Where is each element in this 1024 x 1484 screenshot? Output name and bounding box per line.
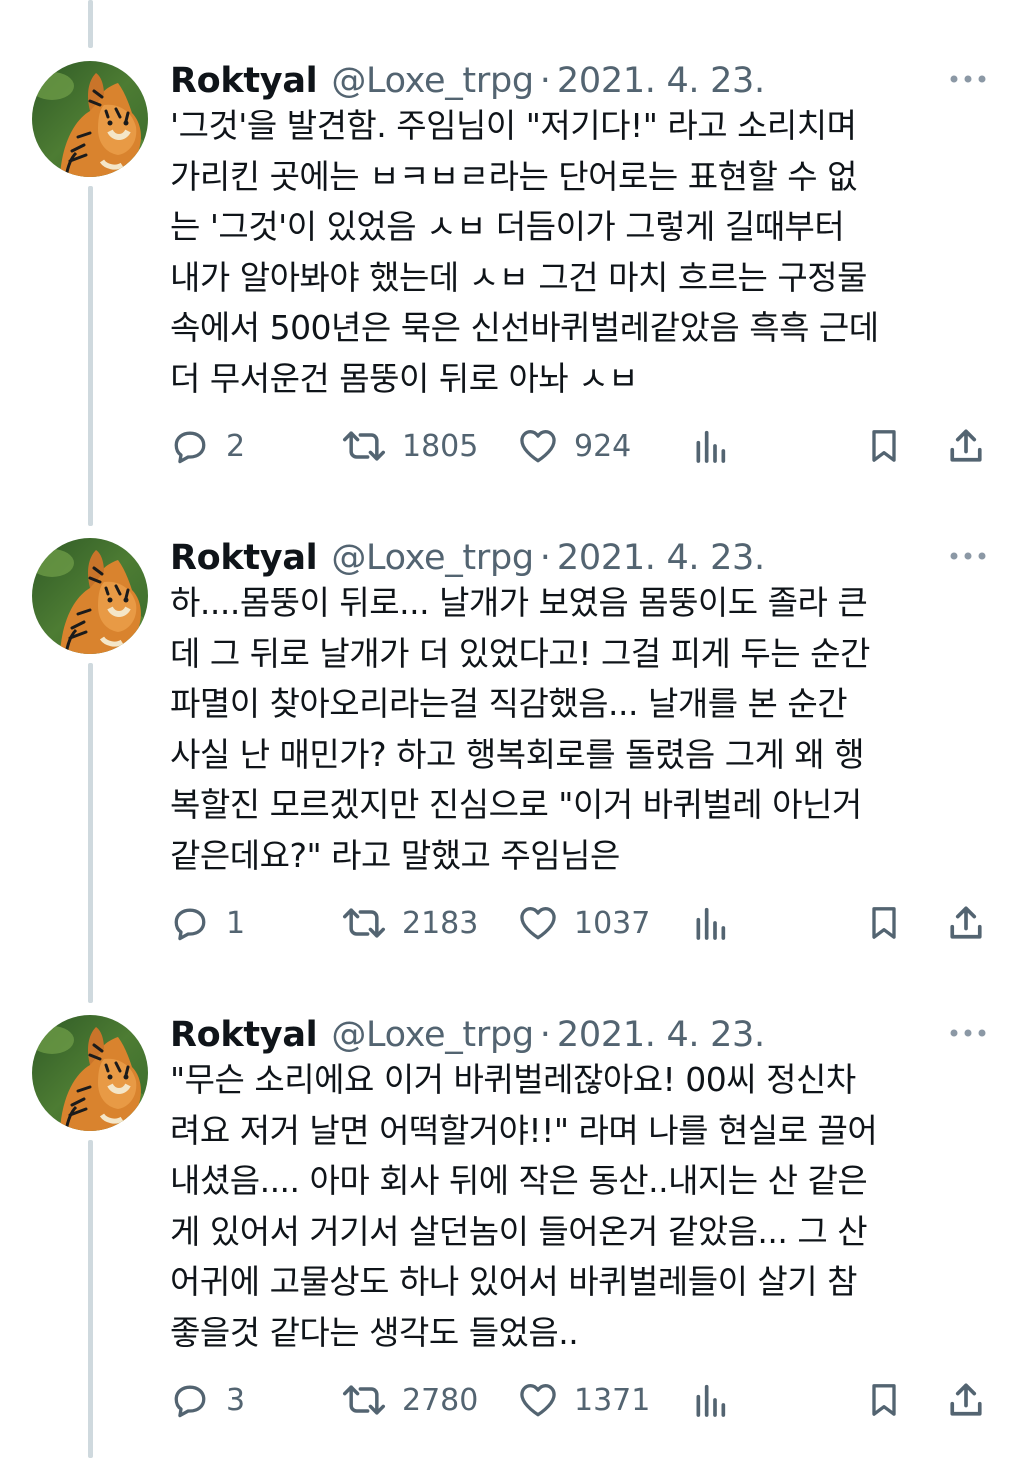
user-handle[interactable]: @Loxe_trpg xyxy=(331,1015,534,1055)
display-name[interactable]: Roktyal xyxy=(170,61,318,101)
heart-icon xyxy=(520,907,556,940)
views-button[interactable] xyxy=(690,898,744,948)
like-button[interactable]: 1371 xyxy=(516,1375,650,1425)
tweet-date[interactable]: 2021. 4. 23. xyxy=(557,1015,765,1055)
separator-dot: · xyxy=(539,538,551,578)
retweet-count: 2780 xyxy=(402,1382,479,1418)
reply-button[interactable]: 1 xyxy=(168,898,245,948)
tweet-actions: 1 2183 1037 xyxy=(168,898,998,948)
user-avatar[interactable] xyxy=(32,538,148,654)
user-avatar[interactable] xyxy=(32,1015,148,1131)
reply-button[interactable]: 3 xyxy=(168,1375,245,1425)
tweet[interactable]: Roktyal @Loxe_trpg · 2021. 4. 23. '그것'을 … xyxy=(0,53,1024,530)
bookmark-button[interactable] xyxy=(864,421,918,471)
bookmark-icon xyxy=(872,1384,896,1416)
heart-icon xyxy=(520,1384,556,1417)
retweet-count: 2183 xyxy=(402,905,479,941)
share-button[interactable] xyxy=(944,898,1002,948)
user-handle[interactable]: @Loxe_trpg xyxy=(331,61,534,101)
tweet[interactable]: Roktyal @Loxe_trpg · 2021. 4. 23. 하....몸… xyxy=(0,530,1024,1007)
tweet-date[interactable]: 2021. 4. 23. xyxy=(557,538,765,578)
separator-dot: · xyxy=(539,61,551,101)
reply-count: 1 xyxy=(226,905,246,941)
reply-bubble-icon xyxy=(174,431,206,464)
bookmark-icon xyxy=(872,430,896,462)
more-dots-icon[interactable] xyxy=(948,544,988,568)
tweet[interactable]: Roktyal @Loxe_trpg · 2021. 4. 23. "무슨 소리… xyxy=(0,1007,1024,1484)
reply-bubble-icon xyxy=(174,908,206,941)
share-upload-icon xyxy=(950,906,982,939)
bookmark-button[interactable] xyxy=(864,1375,918,1425)
more-dots-icon[interactable] xyxy=(948,1021,988,1045)
tweet-text: "무슨 소리에요 이거 바퀴벌레잖아요! 00씨 정신차 려요 저거 날면 어떡… xyxy=(170,1060,878,1352)
views-bar-chart-icon xyxy=(696,1384,726,1417)
tweet-text: '그것'을 발견함. 주임님이 "저기다!" 라고 소리치며 가리킨 곳에는 ㅂ… xyxy=(170,106,879,398)
share-button[interactable] xyxy=(944,1375,1002,1425)
views-bar-chart-icon xyxy=(696,430,726,463)
user-avatar[interactable] xyxy=(32,61,148,177)
views-button[interactable] xyxy=(690,1375,744,1425)
reply-bubble-icon xyxy=(174,1385,206,1418)
reply-button[interactable]: 2 xyxy=(168,421,245,471)
retweet-arrows-icon xyxy=(343,908,385,938)
retweet-button[interactable]: 1805 xyxy=(340,421,478,471)
views-button[interactable] xyxy=(690,421,744,471)
display-name[interactable]: Roktyal xyxy=(170,538,318,578)
tweet-date[interactable]: 2021. 4. 23. xyxy=(557,61,765,101)
share-button[interactable] xyxy=(944,421,1002,471)
like-button[interactable]: 1037 xyxy=(516,898,650,948)
share-upload-icon xyxy=(950,1383,982,1416)
like-count: 924 xyxy=(574,428,632,464)
bookmark-icon xyxy=(872,907,896,939)
retweet-arrows-icon xyxy=(343,1385,385,1415)
like-button[interactable]: 924 xyxy=(516,421,631,471)
heart-icon xyxy=(520,430,556,463)
thread-line-top xyxy=(88,0,93,48)
retweet-arrows-icon xyxy=(343,431,385,461)
reply-count: 2 xyxy=(226,428,246,464)
tweet-actions: 3 2780 1371 xyxy=(168,1375,998,1425)
retweet-button[interactable]: 2183 xyxy=(340,898,478,948)
retweet-button[interactable]: 2780 xyxy=(340,1375,478,1425)
tweet-text: 하....몸뚱이 뒤로... 날개가 보였음 몸뚱이도 졸라 큰 데 그 뒤로 … xyxy=(170,583,870,875)
retweet-count: 1805 xyxy=(402,428,479,464)
user-handle[interactable]: @Loxe_trpg xyxy=(331,538,534,578)
more-dots-icon[interactable] xyxy=(948,67,988,91)
like-count: 1371 xyxy=(574,1382,651,1418)
like-count: 1037 xyxy=(574,905,651,941)
bookmark-button[interactable] xyxy=(864,898,918,948)
tweet-actions: 2 1805 924 xyxy=(168,421,998,471)
share-upload-icon xyxy=(950,429,982,462)
separator-dot: · xyxy=(539,1015,551,1055)
views-bar-chart-icon xyxy=(696,907,726,940)
display-name[interactable]: Roktyal xyxy=(170,1015,318,1055)
reply-count: 3 xyxy=(226,1382,246,1418)
